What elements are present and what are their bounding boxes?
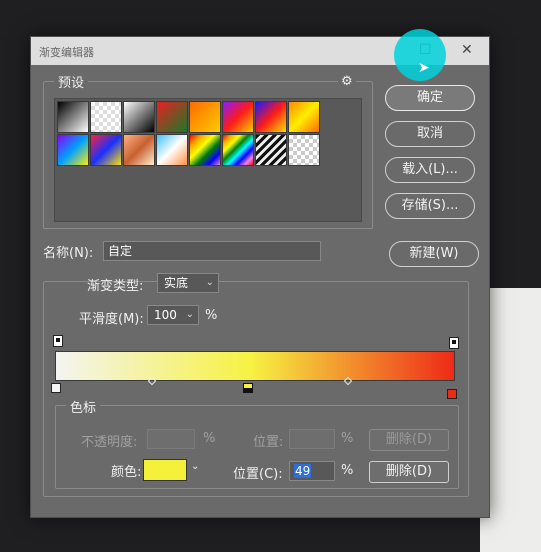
opacity-location-field — [289, 429, 335, 449]
presets-legend: 预设 — [54, 72, 89, 91]
gradient-type-select[interactable]: 实底 ⌄ — [157, 273, 219, 293]
location-label: 位置(C): — [233, 467, 283, 482]
preset-swatch[interactable] — [255, 101, 287, 133]
preset-swatch[interactable] — [123, 101, 155, 133]
color-label: 颜色: — [111, 465, 142, 480]
opacity-location-label: 位置: — [253, 435, 284, 450]
color-stop-right[interactable] — [447, 389, 457, 399]
smoothness-label: 平滑度(M): — [79, 312, 144, 327]
smoothness-select[interactable]: 100 ⌄ — [147, 305, 199, 325]
close-icon[interactable]: ✕ — [461, 42, 473, 58]
name-input[interactable]: 自定 — [103, 241, 321, 261]
preset-swatch[interactable] — [156, 101, 188, 133]
window-title: 渐变编辑器 — [39, 46, 94, 59]
gradient-type-label: 渐变类型: — [87, 279, 144, 294]
gradient-editor-dialog: 渐变编辑器 ☐ ✕ 预设 ⚙ 确定 取消 载入(L)... 存储(S)... 新… — [30, 36, 490, 518]
opacity-unit: % — [203, 431, 216, 446]
preset-swatch-grid — [54, 98, 362, 222]
stop-color-swatch[interactable] — [143, 459, 187, 481]
preset-swatch[interactable] — [90, 134, 122, 166]
preset-swatch[interactable] — [189, 101, 221, 133]
cursor-icon: ➤ — [418, 60, 430, 76]
delete-button[interactable]: 删除(D) — [369, 461, 449, 483]
save-button[interactable]: 存储(S)... — [385, 193, 475, 219]
new-button[interactable]: 新建(W) — [389, 241, 479, 267]
opacity-location-unit: % — [341, 431, 354, 446]
location-field[interactable]: 49 — [289, 461, 335, 481]
color-stop-left[interactable] — [51, 383, 61, 393]
preset-swatch[interactable] — [189, 134, 221, 166]
presets-group: 预设 ⚙ — [43, 72, 373, 229]
preset-swatch[interactable] — [57, 134, 89, 166]
opacity-delete-button: 删除(D) — [369, 429, 449, 451]
preset-swatch[interactable] — [90, 101, 122, 133]
preset-swatch[interactable] — [222, 101, 254, 133]
color-stops-legend: 色标 — [66, 397, 101, 416]
gradient-type-value: 实底 — [164, 276, 189, 290]
chevron-down-icon[interactable]: ⌄ — [191, 461, 199, 472]
gear-icon[interactable]: ⚙ — [338, 74, 356, 89]
chevron-down-icon: ⌄ — [205, 277, 214, 288]
preset-swatch[interactable] — [288, 134, 320, 166]
preset-swatch[interactable] — [255, 134, 287, 166]
name-label: 名称(N): — [43, 246, 94, 261]
preset-swatch[interactable] — [123, 134, 155, 166]
opacity-field — [147, 429, 195, 449]
opacity-stop-left[interactable] — [53, 335, 63, 347]
preset-swatch[interactable] — [288, 101, 320, 133]
preset-swatch[interactable] — [222, 134, 254, 166]
chevron-down-icon: ⌄ — [185, 309, 194, 320]
opacity-label: 不透明度: — [81, 435, 138, 450]
smoothness-unit: % — [205, 308, 218, 323]
preset-swatch[interactable] — [57, 101, 89, 133]
location-value: 49 — [294, 464, 312, 478]
color-stop-selected[interactable] — [243, 383, 253, 393]
location-unit: % — [341, 463, 354, 478]
load-button[interactable]: 载入(L)... — [385, 157, 475, 183]
preset-swatch[interactable] — [156, 134, 188, 166]
smoothness-value: 100 — [154, 308, 177, 322]
opacity-stop-right[interactable] — [449, 337, 459, 349]
ok-button[interactable]: 确定 — [385, 85, 475, 111]
cancel-button[interactable]: 取消 — [385, 121, 475, 147]
gradient-bar[interactable] — [55, 351, 455, 381]
